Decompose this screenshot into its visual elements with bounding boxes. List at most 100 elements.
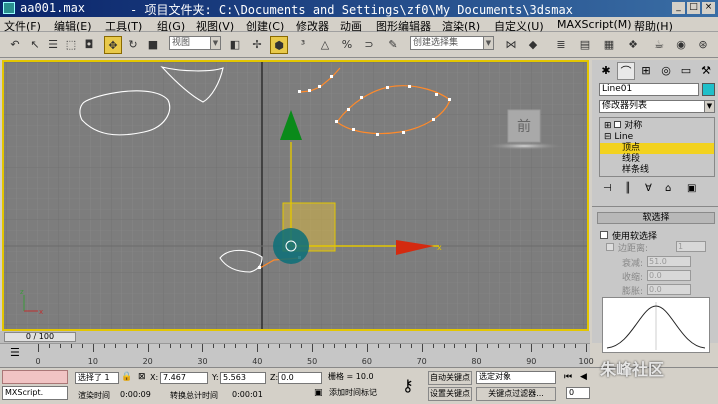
modifier-list-label: 修改器列表 [602, 101, 648, 111]
undo-icon[interactable]: ↶ [6, 36, 24, 54]
stack-item-vertex[interactable]: 顶点 [600, 143, 714, 154]
timeline-ruler[interactable]: ☰ 0 10 20 30 40 50 60 70 80 90 100 [0, 343, 594, 367]
snap-3d-icon[interactable]: ³ [294, 36, 312, 54]
modify-tab-icon[interactable]: ⌒ [617, 62, 635, 80]
configure-sets-icon[interactable]: ▣ [687, 183, 696, 194]
soft-selection-rollout[interactable]: 软选择 [597, 212, 715, 224]
ruler-tick [290, 344, 292, 348]
window-crossing-icon[interactable]: ◘ [80, 36, 98, 54]
snap-toggle-icon[interactable]: ⬢ [270, 36, 288, 54]
ruler-tick [81, 344, 83, 348]
schematic-view-icon[interactable]: ▦ [600, 36, 618, 54]
modifier-list-dropdown[interactable]: 修改器列表 ▼ [599, 100, 715, 113]
edge-distance-checkbox[interactable] [606, 243, 614, 251]
front-viewport[interactable]: x z x 前 [2, 60, 589, 331]
pinch-spinner[interactable]: 0.0 [647, 270, 691, 281]
svg-text:z: z [20, 288, 24, 296]
stack-item-label: 对称 [624, 121, 643, 131]
stack-item-label: 线段 [622, 154, 641, 164]
object-color-swatch[interactable] [702, 83, 715, 96]
mini-curve-icon[interactable]: ☰ [10, 346, 20, 359]
edge-distance-spinner[interactable]: 1 [676, 241, 706, 252]
z-coordinate-input[interactable]: 0.0 [278, 372, 322, 384]
gizmo-center[interactable] [273, 228, 309, 264]
ruler-tick [432, 344, 434, 348]
select-object-icon[interactable]: ↖ [26, 36, 44, 54]
reference-coord-dropdown[interactable]: 视图 ▼ [169, 36, 221, 50]
maxscript-listener-mini[interactable] [2, 370, 68, 384]
render-production-icon[interactable]: ⊛ [694, 36, 712, 54]
select-scale-icon[interactable]: ■ [144, 36, 162, 54]
use-soft-checkbox[interactable] [600, 231, 608, 239]
add-time-tag-button[interactable]: 添加时间标记 [326, 387, 380, 401]
prev-frame-icon[interactable]: ◀ [580, 372, 587, 382]
ruler-tick [520, 344, 522, 348]
ruler-tick [344, 344, 346, 348]
ruler-tick [399, 344, 401, 348]
stack-item-symmetry[interactable]: ⊞ 对称 [600, 121, 714, 132]
create-tab-icon[interactable]: ✱ [597, 62, 615, 80]
align-icon[interactable]: ◆ [524, 36, 542, 54]
watermark-text: 朱峰社区 [600, 360, 665, 379]
mirror-icon[interactable]: ⋈ [502, 36, 520, 54]
render-setup-icon[interactable]: ☕ [650, 36, 668, 54]
utilities-tab-icon[interactable]: ⚒ [697, 62, 715, 80]
percent-snap-icon[interactable]: % [338, 36, 356, 54]
maxscript-input[interactable]: MXScript. [2, 386, 68, 400]
ruler-tick [312, 344, 313, 352]
go-to-start-icon[interactable]: ⏮ [564, 372, 572, 382]
ruler-tick [333, 344, 335, 348]
ruler-label: 40 [252, 357, 263, 366]
set-key-button[interactable]: 设置关键点 [428, 387, 472, 401]
bubble-spinner[interactable]: 0.0 [647, 284, 691, 295]
auto-key-button[interactable]: 自动关键点 [428, 371, 472, 385]
ruler-tick [443, 344, 445, 348]
time-slider-track[interactable] [0, 331, 590, 343]
stack-item-segment[interactable]: 线段 [600, 154, 714, 165]
time-slider[interactable]: 0 / 100 [4, 332, 76, 342]
motion-tab-icon[interactable]: ◎ [657, 62, 675, 80]
close-button[interactable]: × [702, 2, 715, 14]
ruler-tick [158, 344, 160, 348]
absolute-mode-icon[interactable]: ⊠ [138, 372, 146, 382]
edit-named-selection-icon[interactable]: ✎ [384, 36, 402, 54]
y-coordinate-input[interactable]: 5.563 [220, 372, 266, 384]
key-selection-dropdown[interactable]: 选定对象 [476, 371, 556, 384]
current-frame-input[interactable]: 0 [566, 387, 590, 399]
ruler-tick [48, 344, 50, 348]
menu-maxscript[interactable]: MAXScript(M) [557, 18, 632, 31]
display-tab-icon[interactable]: ▭ [677, 62, 695, 80]
pin-stack-icon[interactable]: ⊣ [603, 183, 612, 194]
ruler-label: 20 [142, 357, 153, 366]
angle-snap-icon[interactable]: △ [316, 36, 334, 54]
bulb-icon[interactable] [614, 121, 622, 128]
layer-manager-icon[interactable]: ≣ [552, 36, 570, 54]
spinner-snap-icon[interactable]: ⊃ [360, 36, 378, 54]
stack-item-line[interactable]: ⊟ Line [600, 132, 714, 143]
show-end-result-icon[interactable]: ║ [625, 183, 631, 194]
select-manipulate-icon[interactable]: ✢ [248, 36, 266, 54]
select-rotate-icon[interactable]: ↻ [124, 36, 142, 54]
pivot-center-icon[interactable]: ◧ [226, 36, 244, 54]
curve-editor-icon[interactable]: ▤ [576, 36, 594, 54]
named-selection-dropdown[interactable]: 创建选择集 ▼ [410, 36, 494, 50]
lock-icon[interactable]: 🔒 [121, 372, 132, 382]
reference-coord-value: 视图 [172, 38, 191, 48]
render-time-value: 0:00:09 [120, 390, 151, 399]
quick-render-icon[interactable]: ◉ [672, 36, 690, 54]
remove-modifier-icon[interactable]: ⌂ [665, 183, 671, 194]
maximize-button[interactable]: □ [687, 2, 700, 14]
x-coordinate-input[interactable]: 7.467 [160, 372, 208, 384]
stack-item-spline[interactable]: 样条线 [600, 165, 714, 176]
minimize-button[interactable]: _ [672, 2, 685, 14]
falloff-spinner[interactable]: 51.0 [647, 256, 691, 267]
material-editor-icon[interactable]: ❖ [624, 36, 642, 54]
key-icon[interactable]: ⚷ [402, 376, 414, 395]
key-filters-button[interactable]: 关键点过滤器... [476, 387, 556, 401]
object-name-input[interactable]: Line01 [599, 83, 699, 96]
hierarchy-tab-icon[interactable]: ⊞ [637, 62, 655, 80]
select-by-name-icon[interactable]: ☰ [44, 36, 62, 54]
make-unique-icon[interactable]: ∀ [645, 183, 652, 194]
select-move-icon[interactable]: ✥ [104, 36, 122, 54]
rect-selection-icon[interactable]: ⬚ [62, 36, 80, 54]
